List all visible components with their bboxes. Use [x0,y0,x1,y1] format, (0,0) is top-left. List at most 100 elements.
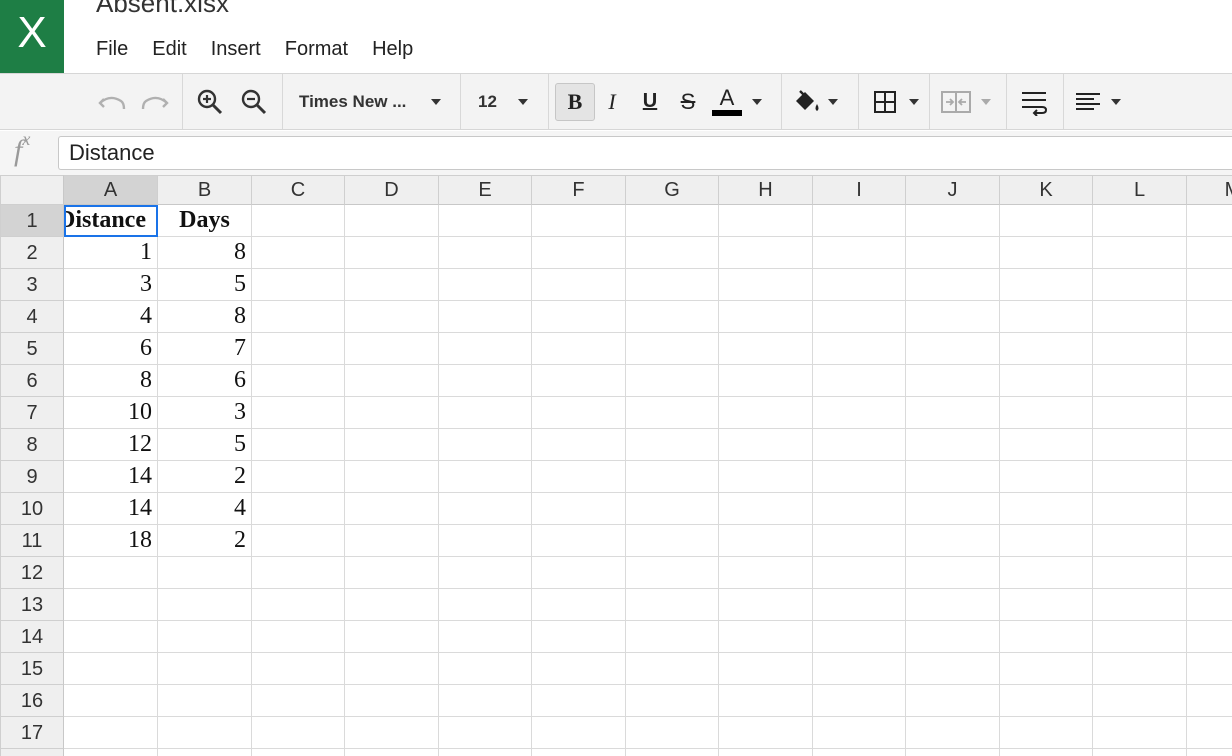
cell-c16[interactable] [252,685,345,717]
cell-k11[interactable] [1000,525,1093,557]
cell-b17[interactable] [158,717,252,749]
cell-i5[interactable] [813,333,906,365]
cell-j10[interactable] [906,493,1000,525]
cell-g17[interactable] [626,717,719,749]
undo-button[interactable] [96,74,128,129]
cell-h12[interactable] [719,557,813,589]
cell-g14[interactable] [626,621,719,653]
cell-c14[interactable] [252,621,345,653]
cell-a14[interactable] [64,621,158,653]
cell-j9[interactable] [906,461,1000,493]
cell-d17[interactable] [345,717,439,749]
cell-i12[interactable] [813,557,906,589]
row-header-8[interactable]: 8 [0,429,64,461]
align-button[interactable] [1075,74,1123,129]
cell-k9[interactable] [1000,461,1093,493]
cell-j16[interactable] [906,685,1000,717]
cell-m18[interactable] [1187,749,1232,756]
cell-h6[interactable] [719,365,813,397]
cell-m6[interactable] [1187,365,1232,397]
cell-m1[interactable] [1187,205,1232,237]
cell-c5[interactable] [252,333,345,365]
cell-f6[interactable] [532,365,626,397]
cell-e6[interactable] [439,365,532,397]
cell-i6[interactable] [813,365,906,397]
document-title[interactable]: Absent.xlsx [96,0,229,16]
cell-h14[interactable] [719,621,813,653]
font-size-select[interactable]: 12 [478,74,530,129]
cell-g18[interactable] [626,749,719,756]
cell-f10[interactable] [532,493,626,525]
row-header-15[interactable]: 15 [0,653,64,685]
cell-g13[interactable] [626,589,719,621]
cell-f8[interactable] [532,429,626,461]
cell-c18[interactable] [252,749,345,756]
cell-i3[interactable] [813,269,906,301]
cell-i14[interactable] [813,621,906,653]
cell-e7[interactable] [439,397,532,429]
cell-d16[interactable] [345,685,439,717]
cell-h4[interactable] [719,301,813,333]
redo-button[interactable] [139,74,171,129]
cell-i18[interactable] [813,749,906,756]
cell-j4[interactable] [906,301,1000,333]
column-header-k[interactable]: K [1000,175,1093,205]
cell-a8[interactable]: 12 [64,429,158,461]
cell-c6[interactable] [252,365,345,397]
underline-button[interactable]: U [638,74,662,129]
cell-e18[interactable] [439,749,532,756]
menu-help[interactable]: Help [360,35,425,63]
cell-f11[interactable] [532,525,626,557]
cell-a15[interactable] [64,653,158,685]
cell-g9[interactable] [626,461,719,493]
cell-b13[interactable] [158,589,252,621]
cell-c7[interactable] [252,397,345,429]
cell-k2[interactable] [1000,237,1093,269]
cell-d4[interactable] [345,301,439,333]
cell-m2[interactable] [1187,237,1232,269]
cell-c2[interactable] [252,237,345,269]
zoom-in-button[interactable] [196,74,224,129]
cell-k13[interactable] [1000,589,1093,621]
cell-h11[interactable] [719,525,813,557]
menu-format[interactable]: Format [273,35,360,63]
cell-k5[interactable] [1000,333,1093,365]
cell-b7[interactable]: 3 [158,397,252,429]
cell-e8[interactable] [439,429,532,461]
row-header-7[interactable]: 7 [0,397,64,429]
cell-b5[interactable]: 7 [158,333,252,365]
cell-m3[interactable] [1187,269,1232,301]
cell-e13[interactable] [439,589,532,621]
text-color-button[interactable]: A [712,74,766,129]
formula-input[interactable]: Distance [58,136,1232,170]
cell-f1[interactable] [532,205,626,237]
cell-l4[interactable] [1093,301,1187,333]
cell-l13[interactable] [1093,589,1187,621]
cell-e9[interactable] [439,461,532,493]
cell-g10[interactable] [626,493,719,525]
cell-l15[interactable] [1093,653,1187,685]
cell-g6[interactable] [626,365,719,397]
cell-b18[interactable] [158,749,252,756]
cell-j11[interactable] [906,525,1000,557]
merge-cells-button[interactable] [941,74,993,129]
cell-j8[interactable] [906,429,1000,461]
cell-b4[interactable]: 8 [158,301,252,333]
cell-g3[interactable] [626,269,719,301]
cell-k3[interactable] [1000,269,1093,301]
cell-j7[interactable] [906,397,1000,429]
cell-i7[interactable] [813,397,906,429]
cell-a5[interactable]: 6 [64,333,158,365]
row-header-4[interactable]: 4 [0,301,64,333]
cell-k4[interactable] [1000,301,1093,333]
cell-a7[interactable]: 10 [64,397,158,429]
cell-b6[interactable]: 6 [158,365,252,397]
cell-i15[interactable] [813,653,906,685]
cell-m13[interactable] [1187,589,1232,621]
cell-f12[interactable] [532,557,626,589]
cell-c15[interactable] [252,653,345,685]
row-header-17[interactable]: 17 [0,717,64,749]
cell-a10[interactable]: 14 [64,493,158,525]
cell-d12[interactable] [345,557,439,589]
cell-d9[interactable] [345,461,439,493]
